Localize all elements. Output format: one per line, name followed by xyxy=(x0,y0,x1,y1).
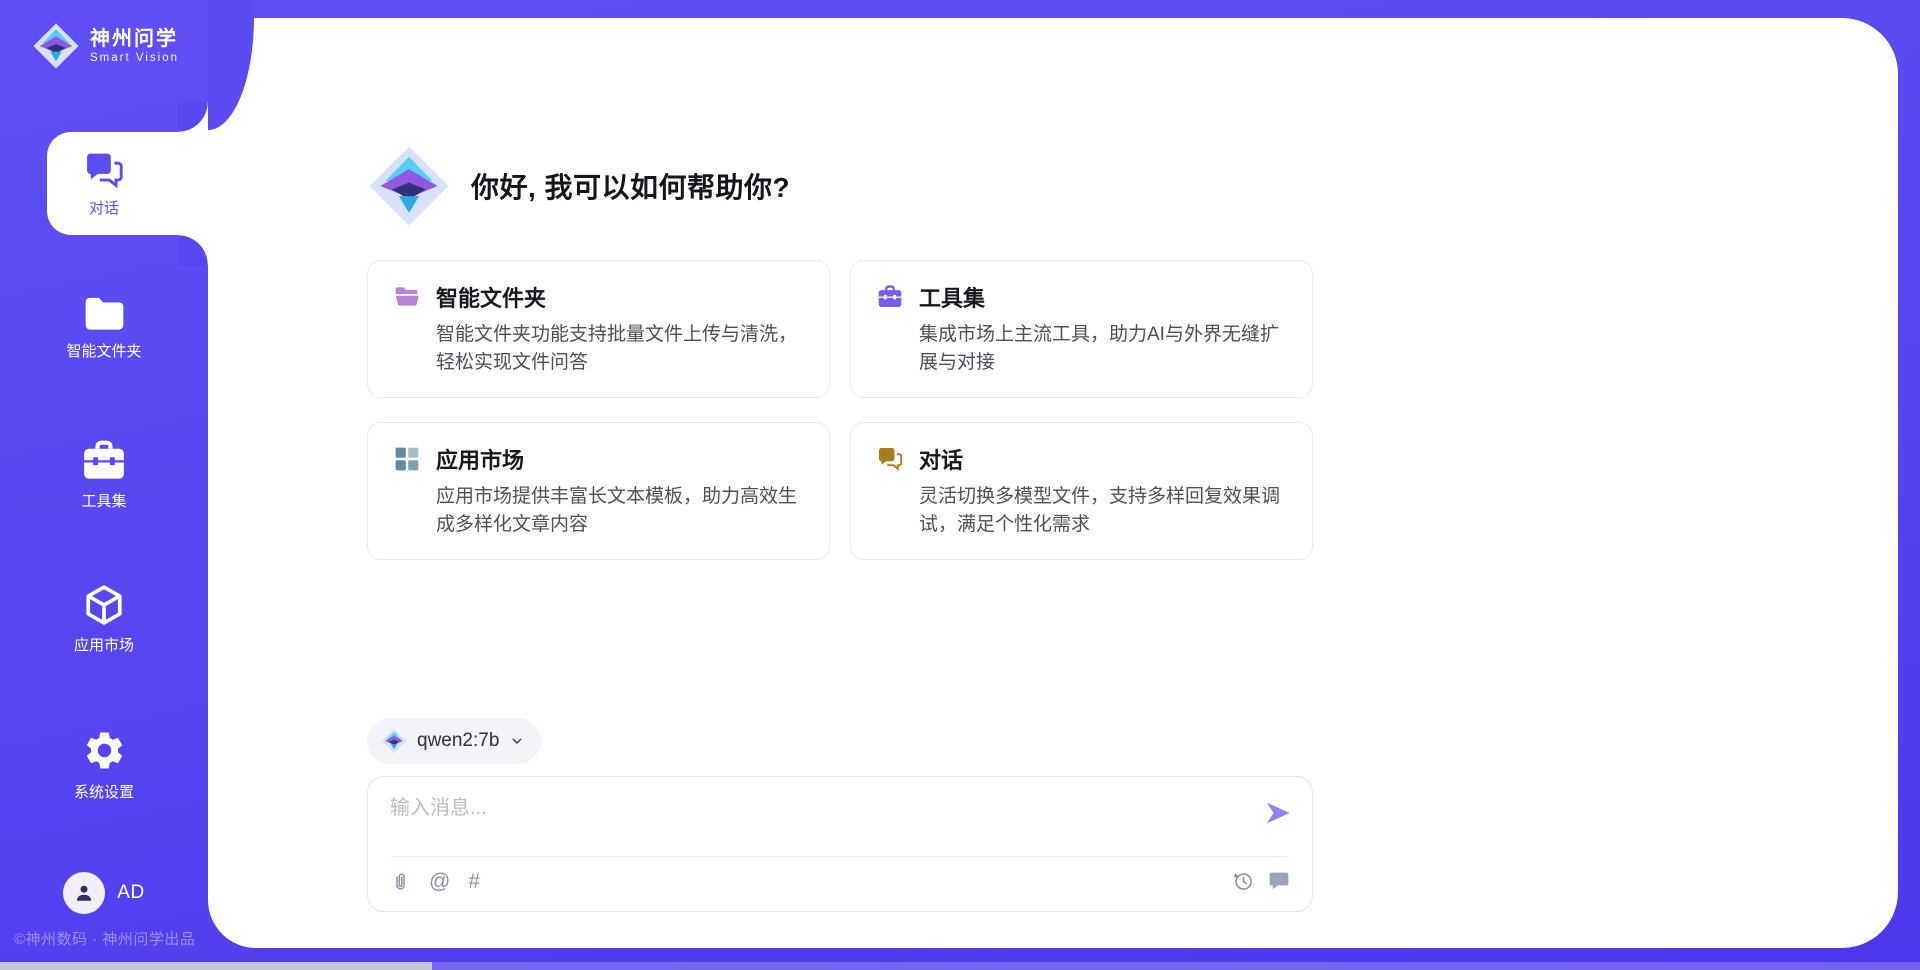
app-root: 神州问学 Smart Vision 对话 智能文件夹 工具集 应用市场 系统设置 xyxy=(0,0,1920,970)
card-chat[interactable]: 对话 灵活切换多模型文件，支持多样回复效果调试，满足个性化需求 xyxy=(850,422,1313,560)
chat-icon xyxy=(877,446,903,472)
brand-texts: 神州问学 Smart Vision xyxy=(90,27,179,66)
avatar xyxy=(63,872,105,914)
card-head: 应用市场 xyxy=(394,443,803,475)
send-button[interactable] xyxy=(1264,799,1292,827)
content-column: 你好, 我可以如何帮助你? 智能文件夹 智能文件夹功能支持批量文件上传与清洗，轻… xyxy=(367,144,1313,912)
card-title: 对话 xyxy=(919,443,963,475)
card-description: 灵活切换多模型文件，支持多样回复效果调试，满足个性化需求 xyxy=(919,483,1286,539)
brand-name: 神州问学 xyxy=(90,27,179,51)
card-description: 智能文件夹功能支持批量文件上传与清洗，轻松实现文件问答 xyxy=(436,321,803,377)
card-smart-folder[interactable]: 智能文件夹 智能文件夹功能支持批量文件上传与清洗，轻松实现文件问答 xyxy=(367,260,830,398)
chevron-down-icon xyxy=(509,733,525,749)
horizontal-scrollbar-thumb[interactable] xyxy=(0,962,432,970)
composer-tools-row: @ # xyxy=(390,857,1290,905)
greeting-block: 你好, 我可以如何帮助你? xyxy=(367,144,1313,228)
card-app-market[interactable]: 应用市场 应用市场提供丰富长文本模板，助力高效生成多样化文章内容 xyxy=(367,422,830,560)
card-head: 智能文件夹 xyxy=(394,281,803,313)
hash-icon: # xyxy=(468,871,480,892)
message-composer: @ # xyxy=(367,776,1313,912)
gear-icon xyxy=(82,728,127,773)
attach-file-button[interactable] xyxy=(390,871,411,892)
toolbox-icon xyxy=(81,440,127,482)
mention-button[interactable]: @ xyxy=(429,871,450,892)
sidebar-item-app-market[interactable]: 应用市场 xyxy=(0,584,208,655)
sidebar-item-label: 系统设置 xyxy=(74,781,134,802)
person-icon xyxy=(72,881,96,905)
card-head: 工具集 xyxy=(877,281,1286,313)
card-toolset[interactable]: 工具集 集成市场上主流工具，助力AI与外界无缝扩展与对接 xyxy=(850,260,1313,398)
feature-cards-grid: 智能文件夹 智能文件夹功能支持批量文件上传与清洗，轻松实现文件问答 xyxy=(367,260,1313,560)
folder-open-icon xyxy=(394,284,420,310)
card-description: 集成市场上主流工具，助力AI与外界无缝扩展与对接 xyxy=(919,321,1286,377)
paperclip-icon xyxy=(390,871,411,892)
send-icon xyxy=(1264,799,1292,827)
card-head: 对话 xyxy=(877,443,1286,475)
user-account-button[interactable]: AD xyxy=(0,872,208,914)
brand-subtitle: Smart Vision xyxy=(90,51,179,66)
message-input[interactable] xyxy=(390,791,1220,849)
sidebar-footer-credit: ©神州数码 · 神州问学出品 xyxy=(14,928,195,949)
sidebar-item-smart-folder[interactable]: 智能文件夹 xyxy=(0,296,208,361)
cube-icon xyxy=(83,584,125,626)
card-title: 智能文件夹 xyxy=(436,281,546,313)
chat-icon xyxy=(84,152,124,189)
card-title: 应用市场 xyxy=(436,443,524,475)
sidebar-item-chat[interactable]: 对话 xyxy=(0,152,208,218)
user-label: AD xyxy=(117,882,144,904)
toolbox-icon xyxy=(877,284,903,310)
sidebar-item-system-settings[interactable]: 系统设置 xyxy=(0,728,208,802)
greeting-text: 你好, 我可以如何帮助你? xyxy=(471,166,790,206)
sidebar-item-label: 应用市场 xyxy=(74,634,134,655)
sidebar-item-toolset[interactable]: 工具集 xyxy=(0,440,208,511)
greeting-diamond-logo-icon xyxy=(367,144,451,228)
history-icon xyxy=(1232,870,1254,892)
brand-diamond-logo-icon xyxy=(32,22,80,70)
model-selector[interactable]: qwen2:7b xyxy=(367,718,541,764)
sidebar-item-label: 对话 xyxy=(89,197,119,218)
at-icon: @ xyxy=(429,871,450,892)
grid-icon xyxy=(394,446,420,472)
sidebar-item-label: 智能文件夹 xyxy=(66,340,141,361)
active-nav-fillet-top xyxy=(178,102,208,132)
model-logo-diamond-icon xyxy=(381,728,407,754)
composer-tools-right xyxy=(1232,870,1290,892)
horizontal-scrollbar xyxy=(0,962,1920,970)
model-name: qwen2:7b xyxy=(417,730,499,752)
active-nav-fillet-bottom xyxy=(178,235,208,265)
message-icon xyxy=(1268,870,1290,892)
sidebar-item-label: 工具集 xyxy=(81,490,126,511)
card-description: 应用市场提供丰富长文本模板，助力高效生成多样化文章内容 xyxy=(436,483,803,539)
card-title: 工具集 xyxy=(919,281,985,313)
composer-tools-left: @ # xyxy=(390,871,480,892)
brand-logo-block: 神州问学 Smart Vision xyxy=(32,22,179,70)
history-button[interactable] xyxy=(1232,870,1254,892)
topic-button[interactable]: # xyxy=(468,871,480,892)
folder-icon xyxy=(83,296,126,332)
conversation-button[interactable] xyxy=(1268,870,1290,892)
